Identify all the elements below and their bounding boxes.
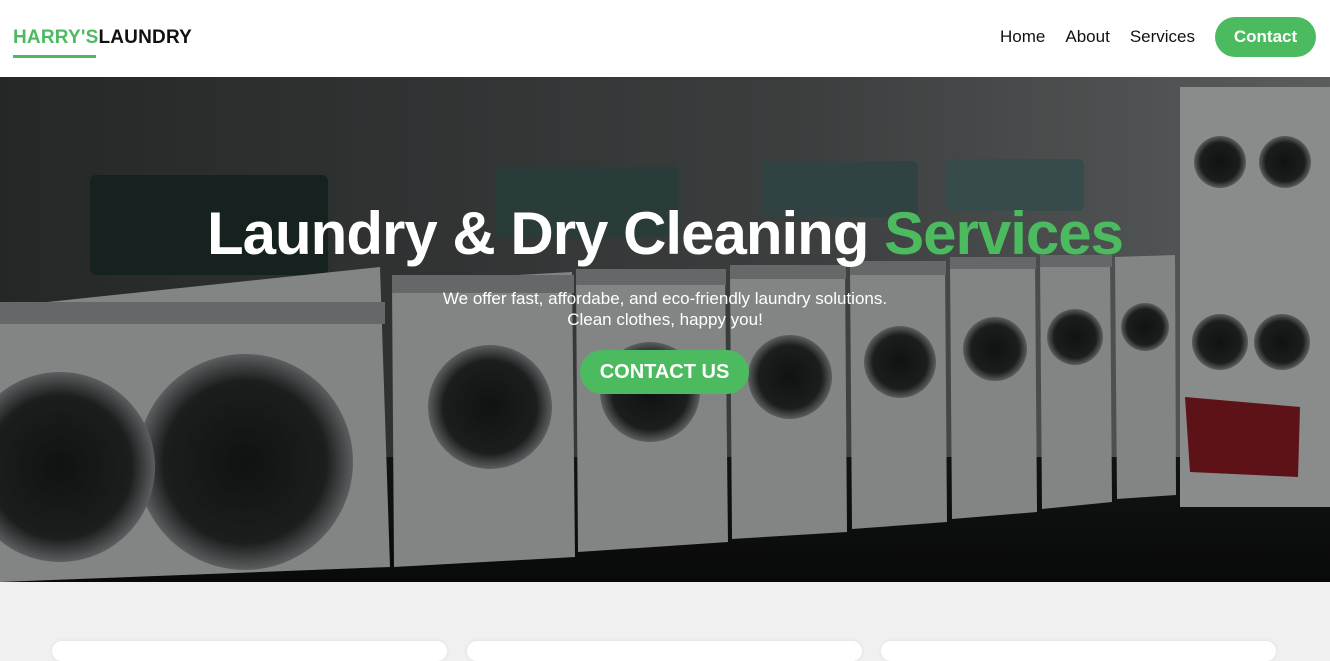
nav-home-link[interactable]: Home: [1000, 27, 1045, 47]
hero-contact-us-button[interactable]: CONTACT US: [580, 350, 749, 394]
hero-title-accent: Services: [884, 200, 1124, 267]
hero-section: Laundry & Dry Cleaning Services We offer…: [0, 77, 1330, 582]
site-logo[interactable]: HARRY'SLAUNDRY: [13, 27, 192, 58]
navbar: HARRY'SLAUNDRY Home About Services Conta…: [0, 0, 1330, 77]
hero-subtitle: We offer fast, affordabe, and eco-friend…: [0, 288, 1330, 330]
service-card: [52, 641, 447, 661]
logo-text-harrys: HARRY'S: [13, 27, 99, 48]
hero-subtitle-line1: We offer fast, affordabe, and eco-friend…: [442, 289, 888, 308]
nav-contact-button[interactable]: Contact: [1215, 17, 1316, 57]
nav-services-link[interactable]: Services: [1130, 27, 1195, 47]
logo-text-laundry: LAUNDRY: [98, 27, 193, 48]
services-cards-section: [0, 582, 1330, 661]
hero-title: Laundry & Dry Cleaning Services: [0, 199, 1330, 269]
hero-subtitle-line2: Clean clothes, happy you!: [567, 310, 763, 329]
hero-title-main: Laundry & Dry Cleaning: [207, 200, 885, 267]
service-card: [467, 641, 862, 661]
main-nav: Home About Services Contact: [1000, 17, 1316, 57]
nav-about-link[interactable]: About: [1065, 27, 1109, 47]
logo-underline: [13, 55, 96, 58]
service-card: [881, 641, 1276, 661]
